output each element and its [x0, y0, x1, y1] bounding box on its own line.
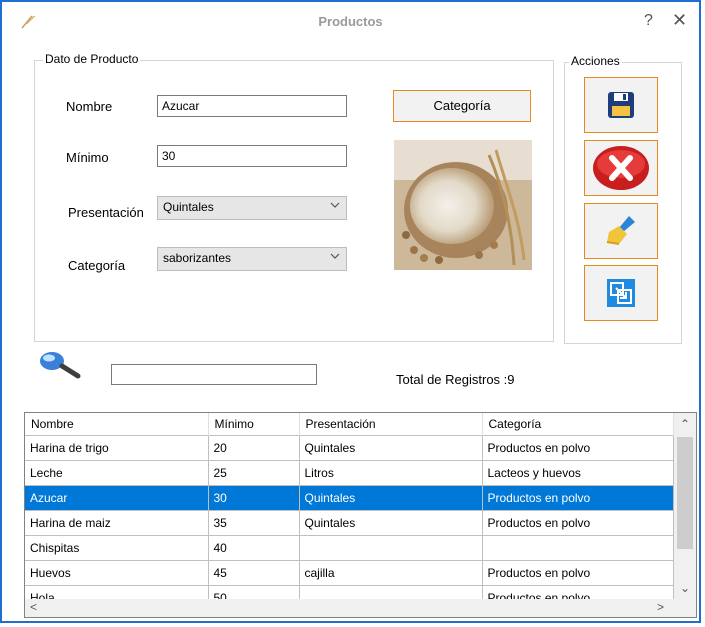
close-button[interactable]: ✕: [672, 10, 687, 31]
table-row-selected[interactable]: Azucar 30 Quintales Productos en polvo: [25, 485, 674, 511]
presentacion-label: Presentación: [68, 205, 144, 220]
table-cell[interactable]: Productos en polvo: [482, 510, 674, 536]
vertical-scroll-thumb[interactable]: [677, 437, 693, 549]
products-table: Nombre Mínimo Presentación Categoría Har…: [25, 413, 674, 610]
table-cell[interactable]: cajilla: [299, 560, 483, 586]
save-button[interactable]: [584, 77, 658, 133]
horizontal-scrollbar[interactable]: < >: [25, 599, 696, 617]
presentacion-select[interactable]: Quintales: [157, 196, 347, 220]
column-header-minimo[interactable]: Mínimo: [208, 413, 300, 436]
minimo-label: Mínimo: [66, 150, 109, 165]
vertical-scrollbar[interactable]: ⌃ ⌄: [674, 413, 696, 599]
clear-button[interactable]: [584, 203, 658, 259]
search-input[interactable]: [111, 364, 317, 385]
cancel-icon: [593, 146, 649, 190]
help-button[interactable]: ?: [644, 12, 653, 30]
cancel-button[interactable]: [584, 140, 658, 196]
categoria-select[interactable]: saborizantes: [157, 247, 347, 271]
nombre-label: Nombre: [66, 99, 113, 114]
table-cell[interactable]: 45: [208, 560, 300, 586]
table-cell[interactable]: [299, 535, 483, 561]
clear-icon: [606, 216, 635, 245]
table-cell[interactable]: Quintales: [299, 435, 483, 461]
table-cell[interactable]: 20: [208, 435, 300, 461]
column-header-presentacion[interactable]: Presentación: [299, 413, 483, 436]
table-row[interactable]: Chispitas 40: [25, 535, 674, 561]
scroll-right-icon[interactable]: >: [657, 600, 664, 614]
title-bar: Productos ? ✕: [2, 2, 699, 42]
table-cell[interactable]: Productos en polvo: [482, 560, 674, 586]
table-cell[interactable]: Quintales: [299, 510, 483, 536]
actions-group-title: Acciones: [569, 54, 622, 68]
table-header-row: Nombre Mínimo Presentación Categoría: [25, 413, 674, 436]
table-cell[interactable]: 30: [208, 485, 300, 511]
productos-window: Productos ? ✕ Dato de Producto Nombre Mí…: [0, 0, 701, 623]
table-cell[interactable]: Productos en polvo: [482, 485, 674, 511]
table-cell[interactable]: Productos en polvo: [482, 435, 674, 461]
chevron-down-icon: [330, 202, 340, 208]
scroll-left-icon[interactable]: <: [30, 600, 37, 614]
products-grid[interactable]: Nombre Mínimo Presentación Categoría Har…: [24, 412, 697, 618]
table-cell[interactable]: 40: [208, 535, 300, 561]
window-title: Productos: [318, 14, 383, 29]
scroll-down-icon[interactable]: ⌄: [680, 581, 690, 595]
product-image: [394, 140, 532, 270]
product-data-group-title: Dato de Producto: [43, 52, 141, 66]
table-cell[interactable]: Harina de maiz: [25, 510, 209, 536]
table-row[interactable]: Huevos 45 cajilla Productos en polvo: [25, 560, 674, 586]
table-row[interactable]: Leche 25 Litros Lacteos y huevos: [25, 460, 674, 486]
search-icon: [40, 352, 81, 379]
minimo-field[interactable]: [157, 145, 347, 167]
column-header-categoria[interactable]: Categoría: [482, 413, 674, 436]
scrollbar-corner: [674, 599, 696, 617]
chevron-down-icon: [330, 253, 340, 259]
categoria-label: Categoría: [68, 258, 126, 273]
table-cell[interactable]: 35: [208, 510, 300, 536]
table-cell[interactable]: 25: [208, 460, 300, 486]
export-icon: [607, 279, 635, 307]
save-icon: [608, 92, 634, 118]
table-cell[interactable]: Litros: [299, 460, 483, 486]
table-cell[interactable]: [482, 535, 674, 561]
presentacion-select-value: Quintales: [163, 200, 214, 214]
table-row[interactable]: Harina de maiz 35 Quintales Productos en…: [25, 510, 674, 536]
table-cell[interactable]: Harina de trigo: [25, 435, 209, 461]
table-cell[interactable]: Azucar: [25, 485, 209, 511]
categoria-select-value: saborizantes: [163, 251, 232, 265]
nombre-field[interactable]: [157, 95, 347, 117]
export-button[interactable]: [584, 265, 658, 321]
scroll-up-icon[interactable]: ⌃: [680, 417, 690, 431]
column-header-nombre[interactable]: Nombre: [25, 413, 209, 436]
table-row[interactable]: Harina de trigo 20 Quintales Productos e…: [25, 435, 674, 461]
table-cell[interactable]: Huevos: [25, 560, 209, 586]
categoria-button[interactable]: Categoría: [393, 90, 531, 122]
table-cell[interactable]: Quintales: [299, 485, 483, 511]
total-records: Total de Registros :9: [396, 372, 515, 387]
table-cell[interactable]: Leche: [25, 460, 209, 486]
table-cell[interactable]: Chispitas: [25, 535, 209, 561]
table-cell[interactable]: Lacteos y huevos: [482, 460, 674, 486]
